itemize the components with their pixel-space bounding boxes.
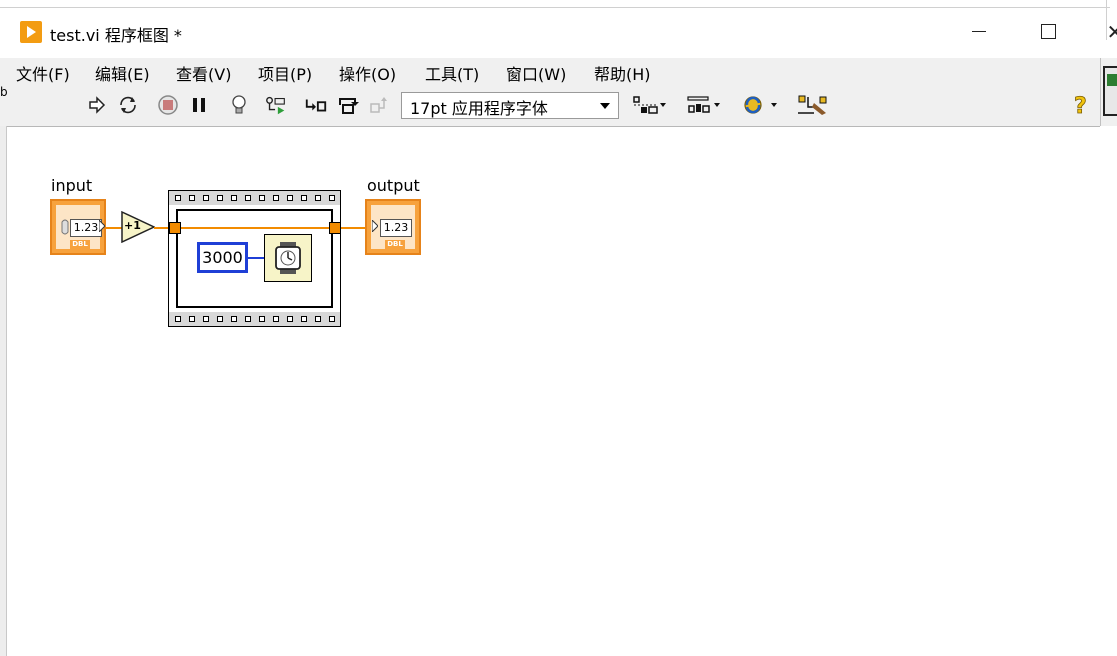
- input-control-terminal[interactable]: 1.23 DBL: [50, 199, 106, 255]
- context-help-icon[interactable]: ?: [1069, 93, 1093, 117]
- menu-operate[interactable]: 操作(O): [339, 61, 396, 85]
- numeric-constant[interactable]: 3000: [197, 242, 248, 273]
- input-display: 1.23: [70, 219, 102, 237]
- output-type-badge: DBL: [385, 240, 405, 249]
- menu-bar: 文件(F) 编辑(E) 查看(V) 项目(P) 操作(O) 工具(T) 窗口(W…: [0, 58, 1100, 85]
- highlight-execution-bulb-icon[interactable]: [227, 93, 251, 117]
- output-display: 1.23: [380, 219, 412, 237]
- output-tunnel[interactable]: [329, 222, 341, 234]
- menu-help[interactable]: 帮助(H): [594, 61, 651, 85]
- left-edge-text: b: [0, 85, 8, 99]
- step-out-icon[interactable]: [367, 93, 391, 117]
- maximize-icon[interactable]: [1041, 24, 1056, 39]
- svg-text:?: ?: [1074, 94, 1087, 117]
- chevron-down-icon: [600, 103, 610, 109]
- menu-tools[interactable]: 工具(T): [425, 61, 479, 85]
- input-tunnel[interactable]: [169, 222, 181, 234]
- numeric-spinner-icon: [61, 219, 69, 235]
- wristwatch-icon: [275, 242, 301, 274]
- vi-icon-panel[interactable]: [1103, 66, 1117, 116]
- film-strip-top: [169, 191, 340, 205]
- increment-label: +1: [124, 219, 141, 232]
- input-label: input: [51, 176, 93, 195]
- align-objects-icon[interactable]: [632, 93, 668, 117]
- pause-icon[interactable]: [187, 93, 211, 117]
- step-into-icon[interactable]: [304, 93, 328, 117]
- window-edge: [1106, 0, 1107, 40]
- menu-view[interactable]: 查看(V): [176, 61, 231, 85]
- menu-edit[interactable]: 编辑(E): [95, 61, 150, 85]
- menu-project[interactable]: 项目(P): [258, 61, 312, 85]
- run-continuously-icon[interactable]: [116, 93, 140, 117]
- abort-stop-icon[interactable]: [156, 93, 180, 117]
- toolbar: 17pt 应用程序字体 ?: [0, 85, 1100, 127]
- retain-wire-values-icon[interactable]: [264, 93, 288, 117]
- reorder-icon[interactable]: [741, 93, 781, 117]
- window-title: test.vi 程序框图 *: [50, 26, 182, 45]
- output-label: output: [367, 176, 420, 195]
- wire-frame-to-output[interactable]: [341, 227, 367, 229]
- output-indicator-terminal[interactable]: 1.23 DBL: [365, 199, 421, 255]
- font-size-select[interactable]: 17pt 应用程序字体: [401, 92, 619, 119]
- menu-file[interactable]: 文件(F): [16, 61, 70, 85]
- window-outer-border: [0, 7, 1110, 8]
- font-select-value: 17pt 应用程序字体: [410, 99, 548, 118]
- increment-node[interactable]: +1: [121, 210, 156, 247]
- clean-up-diagram-icon[interactable]: [796, 93, 830, 117]
- menu-window[interactable]: 窗口(W): [506, 61, 566, 85]
- film-strip-bottom: [169, 312, 340, 326]
- wire-constant-to-wait[interactable]: [248, 257, 265, 259]
- input-terminal-arrow-icon: [372, 220, 378, 232]
- wire-input-to-increment[interactable]: [106, 227, 122, 229]
- wait-ms-node[interactable]: [264, 234, 312, 282]
- title-bar: test.vi 程序框图 * ✕: [0, 0, 1117, 58]
- left-edge-border: [6, 126, 7, 656]
- distribute-objects-icon[interactable]: [686, 93, 722, 117]
- minimize-icon[interactable]: [972, 31, 986, 32]
- labview-app-icon: [20, 21, 42, 43]
- input-type-badge: DBL: [70, 240, 90, 249]
- wire-through-frame[interactable]: [180, 227, 330, 229]
- run-arrow-icon[interactable]: [85, 93, 109, 117]
- step-over-icon[interactable]: [337, 93, 361, 117]
- output-terminal-arrow-icon: [99, 220, 105, 232]
